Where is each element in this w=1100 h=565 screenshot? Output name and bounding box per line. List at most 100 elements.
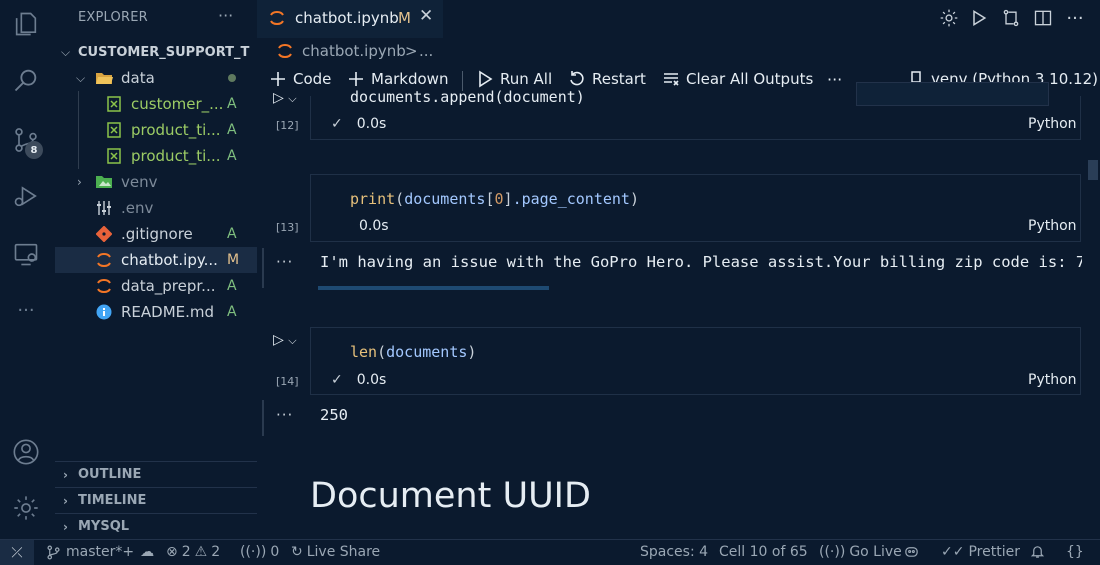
tree-item-label: data_prepr... (121, 277, 216, 295)
csv-file-icon (105, 147, 123, 165)
git-branch[interactable]: master*+ ☁ (46, 544, 154, 560)
more-actions-icon[interactable]: ··· (1063, 6, 1087, 30)
tab-chatbot-ipynb[interactable]: chatbot.ipynb M ✕ (257, 0, 443, 38)
cell-code-13[interactable]: print(documents[0].page_content) (350, 190, 639, 208)
toolbar-more-button[interactable]: ··· (827, 70, 842, 89)
problems-indicator[interactable]: ⊗ 2 ⚠ 2 (166, 544, 220, 560)
cell-position-indicator[interactable]: Cell 10 of 65 (719, 544, 808, 560)
exec-time: 0.0s (356, 372, 387, 388)
tree-item-workspace[interactable]: ⌵ CUSTOMER_SUPPORT_TI... (55, 39, 257, 65)
ports-indicator[interactable]: ((·)) 0 (240, 544, 279, 560)
explorer-icon[interactable] (10, 8, 42, 40)
chevron-right-icon: › (77, 175, 82, 189)
timeline-panel-header[interactable]: › TIMELINE (55, 487, 257, 513)
run-icon[interactable] (967, 6, 991, 30)
prettier-indicator[interactable]: ✓✓ Prettier (941, 544, 1020, 560)
cell-code-14[interactable]: len(documents) (350, 343, 476, 361)
tree-item-file[interactable]: .env (55, 195, 257, 221)
settings-gear-icon[interactable] (10, 492, 42, 524)
cloud-sync-icon: ☁ (140, 544, 155, 560)
code-token: len (350, 343, 378, 361)
account-icon[interactable] (10, 436, 42, 468)
copilot-icon[interactable] (904, 544, 924, 559)
tree-item-file[interactable]: customer_... A (55, 91, 257, 117)
add-markdown-cell-button[interactable]: Markdown (347, 70, 448, 88)
breadcrumb-more[interactable]: ... (419, 42, 433, 60)
clear-all-outputs-button[interactable]: Clear All Outputs (662, 70, 813, 88)
live-share-icon: ↻ (291, 544, 303, 560)
broadcast-icon: ((·)) (819, 544, 846, 560)
sidebar-more-button[interactable]: ··· (218, 6, 233, 25)
output-more-button[interactable]: ··· (276, 406, 293, 424)
json-braces-icon[interactable]: {} (1066, 544, 1084, 560)
cell-code-12[interactable]: documents.append(document) (350, 88, 585, 106)
remote-explorer-icon[interactable] (10, 238, 42, 270)
remote-indicator[interactable]: ⤫ (0, 540, 34, 565)
jupyter-icon (95, 251, 113, 269)
run-cell-button[interactable]: ▷ ⌵ (273, 90, 297, 106)
button-label: Markdown (371, 70, 449, 88)
scrollbar-thumb[interactable] (1088, 160, 1098, 180)
tree-item-file[interactable]: .gitignore A (55, 221, 257, 247)
markdown-heading[interactable]: Document UUID (310, 476, 591, 516)
exec-time: 0.0s (359, 218, 389, 234)
breadcrumb-file[interactable]: chatbot.ipynb (302, 42, 406, 60)
compare-changes-icon[interactable] (999, 6, 1023, 30)
status-bar: ⤫ master*+ ☁ ⊗ 2 ⚠ 2 ((·)) 0 ↻ Live Shar… (0, 539, 1100, 565)
tree-item-label: README.md (121, 303, 215, 321)
cell-language[interactable]: Python (1028, 372, 1077, 388)
tree-item-file[interactable]: README.md A (55, 299, 257, 325)
add-code-cell-button[interactable]: Code (269, 70, 331, 88)
check-icon: ✓ (331, 372, 343, 388)
cell-status: 0.0s (359, 218, 389, 234)
search-icon[interactable] (10, 64, 42, 96)
more-views-icon[interactable]: ··· (10, 294, 42, 326)
mysql-panel-header[interactable]: › MYSQL (55, 513, 257, 539)
exec-time: 0.0s (356, 116, 387, 132)
restart-button[interactable]: Restart (568, 70, 646, 88)
code-token: documents (386, 343, 468, 361)
cell-status: ✓ 0.0s (331, 116, 386, 132)
git-file-icon (95, 225, 113, 243)
outline-panel-header[interactable]: › OUTLINE (55, 461, 257, 487)
gear-icon[interactable] (937, 6, 961, 30)
code-cell-14[interactable] (310, 327, 1081, 395)
button-label: Run All (500, 70, 553, 88)
error-icon: ⊗ (166, 544, 178, 560)
execution-count: [12] (276, 119, 299, 132)
restart-icon (570, 71, 584, 86)
indentation-indicator[interactable]: Spaces: 4 (640, 544, 708, 560)
output-focus-bar (262, 400, 264, 436)
cell-action-toolbar[interactable] (856, 82, 1049, 106)
cell-language[interactable]: Python (1028, 218, 1077, 234)
go-live-button[interactable]: ((·)) Go Live (819, 544, 902, 560)
info-icon (95, 303, 113, 321)
folder-icon (95, 173, 113, 191)
tree-item-file-selected[interactable]: chatbot.ipy... M (55, 247, 257, 273)
activity-bar: 8 ··· (0, 0, 52, 539)
git-status-added: A (227, 226, 237, 242)
git-status-added: A (227, 304, 237, 320)
bell-icon[interactable] (1030, 544, 1050, 559)
jupyter-icon (269, 10, 285, 30)
tree-item-data-folder[interactable]: ⌵ data (55, 65, 257, 91)
plus-icon (349, 72, 363, 86)
tab-modified-indicator: M (398, 9, 411, 27)
tree-item-file[interactable]: data_prepr... A (55, 273, 257, 299)
run-debug-icon[interactable] (10, 180, 42, 212)
tab-label: chatbot.ipynb (295, 9, 399, 27)
tree-item-file[interactable]: product_ti... A (55, 143, 257, 169)
cell-language[interactable]: Python (1028, 116, 1077, 132)
split-editor-icon[interactable] (1031, 6, 1055, 30)
output-scrollbar[interactable] (318, 286, 549, 290)
run-cell-button[interactable]: ▷ ⌵ (273, 332, 297, 348)
clear-outputs-icon (664, 73, 679, 86)
run-all-button[interactable]: Run All (476, 70, 552, 88)
code-cell-13[interactable] (310, 174, 1081, 242)
live-share-button[interactable]: ↻ Live Share (291, 544, 380, 560)
output-more-button[interactable]: ··· (276, 253, 293, 271)
tree-item-file[interactable]: product_ti... A (55, 117, 257, 143)
tree-item-venv-folder[interactable]: › venv (55, 169, 257, 195)
close-icon[interactable]: ✕ (419, 6, 433, 26)
editor-tab-bar: chatbot.ipynb M ✕ ··· (257, 0, 1100, 38)
